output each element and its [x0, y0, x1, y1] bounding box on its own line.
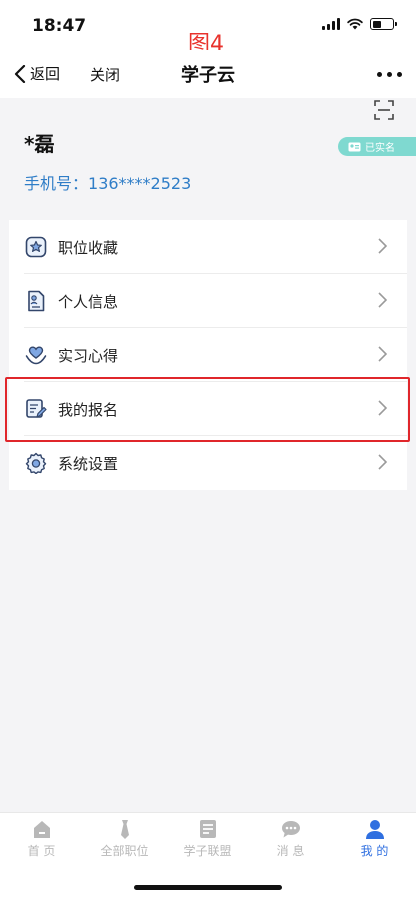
signal-icon [322, 18, 340, 30]
chevron-right-icon [378, 292, 387, 308]
home-indicator[interactable] [134, 885, 282, 890]
menu-item-label: 系统设置 [58, 455, 119, 473]
home-icon [33, 821, 50, 838]
home-indicator-area [0, 864, 416, 900]
tab-label: 全部职位 [100, 844, 149, 858]
news-icon [199, 820, 216, 838]
tab-label: 首 页 [27, 844, 56, 858]
tab-mine[interactable]: 我 的 [333, 818, 416, 859]
verified-badge-text: 已实名 [365, 143, 395, 154]
star-badge-icon [25, 236, 47, 258]
user-icon [365, 820, 384, 839]
phone-label: 手机号： [24, 174, 89, 193]
tab-label: 消 息 [276, 844, 305, 858]
tie-icon [120, 820, 129, 839]
wifi-icon [347, 18, 363, 30]
menu-item-internship-notes[interactable]: 实习心得 [9, 328, 407, 382]
menu-item-label: 职位收藏 [58, 239, 119, 257]
chevron-right-icon [378, 238, 387, 254]
chat-icon [281, 821, 300, 838]
tab-messages[interactable]: 消 息 [249, 818, 332, 859]
tab-label: 学子联盟 [183, 844, 232, 858]
tab-bar: 首 页 全部职位 学子联盟 消 息 我 的 [0, 812, 416, 864]
heart-hand-icon [25, 346, 47, 365]
status-time: 18:47 [32, 16, 87, 36]
page-title: 学子云 [181, 65, 235, 86]
tab-home[interactable]: 首 页 [0, 818, 83, 859]
menu-item-favorites[interactable]: 职位收藏 [9, 220, 407, 274]
more-options-icon[interactable] [377, 72, 402, 77]
settings-gear-icon [25, 452, 47, 474]
chevron-right-icon [378, 454, 387, 470]
status-icons [322, 18, 397, 30]
highlight-annotation-box [5, 377, 410, 442]
nav-bar: 返回 关闭 学子云 [0, 50, 416, 98]
tab-label: 我 的 [360, 844, 389, 858]
tab-all-jobs[interactable]: 全部职位 [83, 818, 166, 859]
chevron-right-icon [378, 346, 387, 362]
tab-student-alliance[interactable]: 学子联盟 [166, 818, 249, 859]
menu-card: 职位收藏 个人信息 实习心得 我的报名 系统设置 [9, 220, 407, 490]
menu-item-label: 个人信息 [58, 293, 119, 311]
phone-value: 136****2523 [88, 174, 192, 193]
menu-item-system-settings[interactable]: 系统设置 [9, 436, 407, 490]
verified-badge: 已实名 [338, 137, 416, 156]
menu-item-personal-info[interactable]: 个人信息 [9, 274, 407, 328]
profile-name: *磊 [24, 132, 55, 156]
battery-icon [370, 18, 397, 30]
phone-line: 手机号：136****2523 [24, 170, 191, 194]
profile-card-icon [28, 290, 45, 312]
scan-icon[interactable] [374, 100, 394, 120]
menu-item-label: 实习心得 [58, 347, 119, 365]
id-card-icon [348, 142, 361, 151]
